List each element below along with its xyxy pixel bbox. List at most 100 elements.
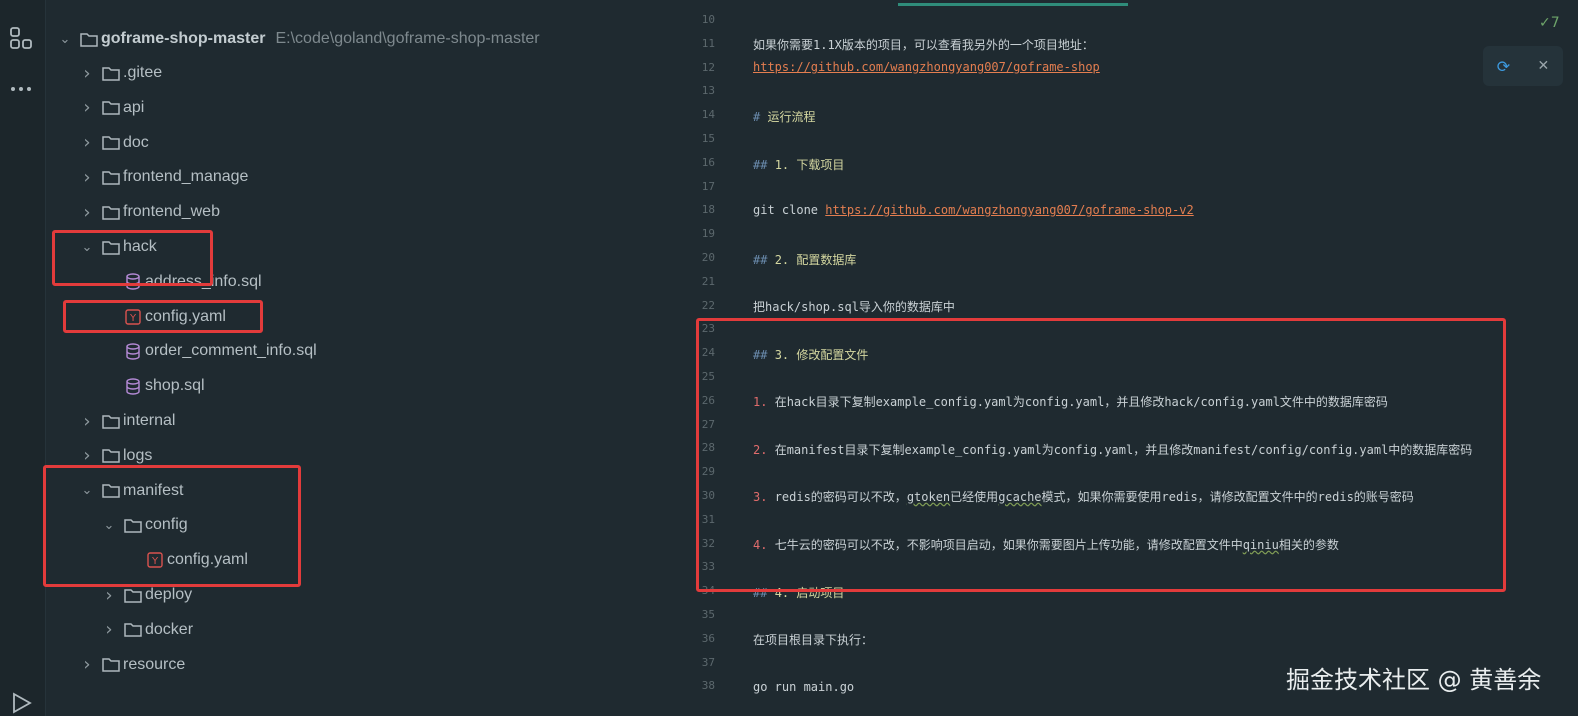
- git-command: git clone: [753, 203, 826, 217]
- line-number: 14: [701, 108, 715, 122]
- folder-icon: [101, 100, 121, 116]
- folder-icon: [101, 204, 121, 220]
- folder-icon: [101, 413, 121, 429]
- inspection-count: 7: [1550, 15, 1560, 31]
- line-number: 22: [701, 298, 715, 312]
- chevron-right-icon[interactable]: ›: [79, 445, 95, 466]
- line-number: 36: [701, 631, 715, 645]
- line-number: 35: [701, 608, 715, 621]
- code-line-38: go run main.go: [753, 680, 855, 694]
- tree-folder[interactable]: › resource: [79, 650, 185, 680]
- highlight-box-manifest-config: [43, 465, 301, 587]
- tree-item-label: api: [123, 98, 145, 116]
- tree-root[interactable]: ⌄ goframe-shop-master E:\code\goland\gof…: [57, 24, 540, 54]
- line-number: 15: [701, 132, 715, 145]
- chevron-right-icon[interactable]: ›: [101, 619, 117, 640]
- line-number: 21: [701, 274, 715, 288]
- code-line-14: # 运行流程: [753, 108, 815, 125]
- line-number: 19: [701, 227, 715, 241]
- code-line-16: ## 1. 下载项目: [753, 156, 844, 173]
- heading-text: 运行流程: [767, 110, 816, 124]
- folder-icon: [123, 622, 143, 638]
- chevron-right-icon[interactable]: ›: [79, 132, 95, 153]
- folder-icon: [101, 65, 121, 81]
- tree-folder[interactable]: › docker: [101, 615, 193, 645]
- tree-file[interactable]: shop.sql: [123, 371, 205, 401]
- tree-item-label: frontend_manage: [123, 168, 249, 186]
- chevron-right-icon[interactable]: ›: [79, 202, 95, 223]
- repo-link-v2[interactable]: https://github.com/wangzhongyang007/gofr…: [825, 203, 1193, 217]
- tree-folder[interactable]: › api: [79, 93, 144, 123]
- line-number: 11: [701, 36, 715, 50]
- reload-icon[interactable]: ⟳: [1497, 57, 1510, 76]
- heading-text: 2. 配置数据库: [774, 253, 857, 267]
- line-number: 17: [701, 179, 715, 193]
- chevron-right-icon[interactable]: ›: [79, 411, 95, 432]
- tree-folder[interactable]: › .gitee: [79, 58, 162, 88]
- run-icon[interactable]: [8, 690, 34, 716]
- tree-item-label: shop.sql: [145, 377, 205, 395]
- folder-icon: [101, 135, 121, 151]
- project-tree: ⌄ goframe-shop-master E:\code\goland\gof…: [47, 0, 719, 716]
- line-number: 16: [701, 155, 715, 169]
- database-file-icon: [123, 377, 143, 395]
- folder-icon: [101, 448, 121, 464]
- chevron-right-icon[interactable]: ›: [79, 97, 95, 118]
- heading-marker: ##: [753, 253, 768, 267]
- highlight-box-hack-config: [63, 300, 263, 333]
- tree-item-label: logs: [123, 446, 153, 464]
- tree-file[interactable]: order_comment_info.sql: [123, 336, 317, 366]
- code-line-22: 把hack/shop.sql导入你的数据库中: [753, 300, 955, 314]
- heading-text: 1. 下载项目: [774, 158, 845, 172]
- check-icon: ✓: [1539, 15, 1551, 31]
- line-number: 38: [701, 679, 715, 693]
- structure-icon[interactable]: [8, 26, 34, 52]
- folder-icon: [79, 31, 99, 47]
- tree-folder[interactable]: › frontend_web: [79, 197, 220, 227]
- close-icon[interactable]: ✕: [1538, 58, 1550, 74]
- line-number: 12: [701, 60, 715, 74]
- line-number: 20: [701, 251, 715, 264]
- code-line-12: https://github.com/wangzhongyang007/gofr…: [753, 60, 1100, 74]
- activity-bar: [0, 0, 46, 716]
- tree-folder[interactable]: › doc: [79, 128, 149, 158]
- line-number: 37: [701, 655, 715, 669]
- tree-item-label: deploy: [145, 586, 193, 603]
- inspection-widget[interactable]: ✓7: [1539, 15, 1560, 31]
- folder-icon: [123, 587, 143, 603]
- tree-item-label: order_comment_info.sql: [145, 342, 317, 360]
- folder-icon: [101, 657, 121, 673]
- chevron-right-icon[interactable]: ›: [79, 654, 95, 675]
- line-number: 10: [701, 13, 715, 26]
- reload-popup: ⟳ ✕: [1483, 46, 1563, 86]
- chevron-right-icon[interactable]: ›: [79, 63, 95, 84]
- tree-folder[interactable]: › internal: [79, 406, 175, 436]
- active-tab-indicator: [898, 3, 1128, 6]
- highlight-box-hack: [52, 230, 213, 286]
- tree-root-path: E:\code\goland\goframe-shop-master: [275, 30, 540, 47]
- tree-folder[interactable]: › frontend_manage: [79, 162, 248, 192]
- tree-item-label: internal: [123, 412, 176, 429]
- tree-item-label: docker: [145, 620, 194, 638]
- highlight-box-config-steps: [696, 318, 1506, 592]
- chevron-right-icon[interactable]: ›: [101, 585, 117, 606]
- heading-marker: #: [753, 110, 761, 124]
- line-number: 18: [701, 203, 715, 217]
- tree-item-label: doc: [123, 133, 149, 151]
- database-file-icon: [123, 343, 143, 360]
- repo-link-v1[interactable]: https://github.com/wangzhongyang007/gofr…: [753, 60, 1100, 74]
- code-line-36: 在项目根目录下执行：: [753, 633, 874, 647]
- line-number: 13: [701, 84, 715, 98]
- code-line-11: 如果你需要1.1X版本的项目，可以查看我另外的一个项目地址：: [753, 38, 1094, 52]
- tree-root-label: goframe-shop-master: [101, 30, 266, 47]
- watermark: 掘金技术社区 @ 黄善余: [1286, 666, 1542, 694]
- folder-icon: [101, 169, 121, 185]
- more-icon[interactable]: [8, 76, 34, 102]
- tree-item-label: resource: [123, 655, 186, 673]
- tree-item-label: frontend_web: [123, 203, 220, 221]
- chevron-down-icon[interactable]: ⌄: [57, 32, 73, 47]
- code-line-20: ## 2. 配置数据库: [753, 251, 856, 268]
- tree-item-label: .gitee: [123, 64, 163, 81]
- code-line-18: git clone https://github.com/wangzhongya…: [753, 203, 1194, 217]
- chevron-right-icon[interactable]: ›: [79, 167, 95, 188]
